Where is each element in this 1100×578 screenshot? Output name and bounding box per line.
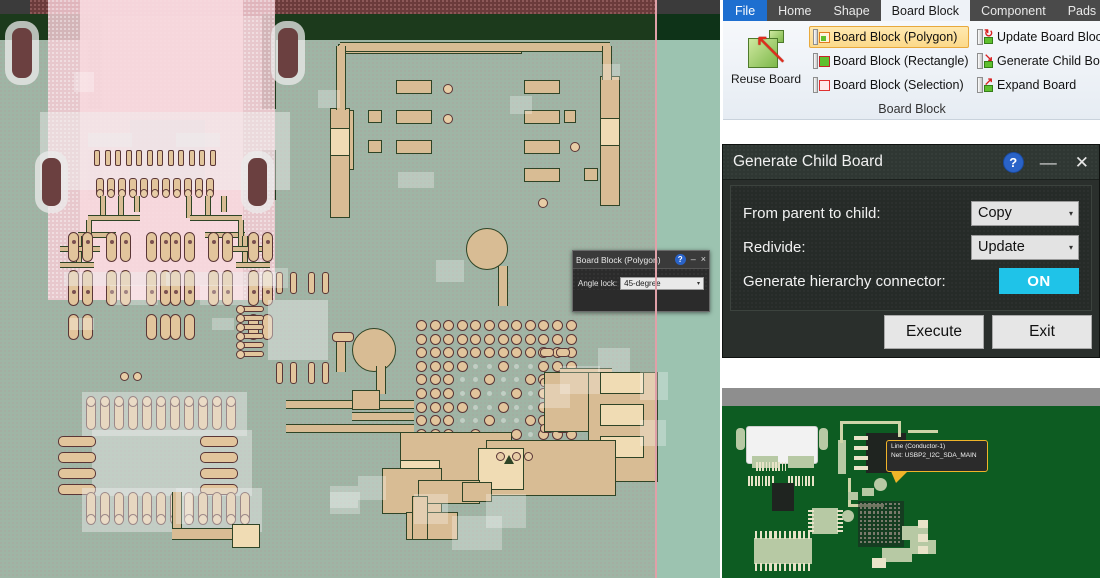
pcb-design-canvas[interactable]: Board Block (Polygon) ? – × Angle lock: … <box>0 0 720 578</box>
expand-board-icon: ↗ <box>977 77 994 93</box>
generate-hierarchy-connector-toggle[interactable]: ON <box>999 268 1079 294</box>
dialog-title: Generate Child Board <box>733 153 883 170</box>
board-edge-green-far <box>657 14 720 40</box>
dialog-row-from-parent-to-child: From parent to child: Copy ▾ <box>743 196 1079 230</box>
from-parent-to-child-value: Copy <box>978 205 1012 221</box>
child-board-preview[interactable] <box>722 388 1100 578</box>
tab-padstack[interactable]: Pads <box>1057 0 1100 21</box>
tab-shape[interactable]: Shape <box>823 0 881 21</box>
redivide-select[interactable]: Update ▾ <box>971 234 1079 260</box>
minimize-icon[interactable]: — <box>1040 154 1057 171</box>
reuse-board-button[interactable]: ⟵ Reuse Board <box>727 25 805 99</box>
expand-board-item[interactable]: ↗ Expand Board <box>973 74 1100 96</box>
help-icon[interactable]: ? <box>1002 151 1024 173</box>
from-parent-to-child-label: From parent to child: <box>743 204 881 222</box>
dialog-footer: Execute Exit <box>730 315 1092 349</box>
from-parent-to-child-select[interactable]: Copy ▾ <box>971 200 1079 226</box>
redivide-label: Redivide: <box>743 238 806 256</box>
dialog-body: From parent to child: Copy ▾ Redivide: U… <box>730 185 1092 311</box>
board-block-selection-icon <box>813 77 830 93</box>
tab-component[interactable]: Component <box>970 0 1057 21</box>
update-board-block-label: Update Board Block <box>997 30 1100 44</box>
reuse-board-label: Reuse Board <box>730 72 802 86</box>
board-block-rectangle-label: Board Block (Rectangle) <box>833 54 969 68</box>
net-tooltip: Line (Conductor-1) Net: USBP2_I2C_SDA_MA… <box>886 440 988 472</box>
generate-child-board-icon: ↘ <box>977 53 994 69</box>
board-block-selection-item[interactable]: Board Block (Selection) <box>809 74 969 96</box>
chevron-down-icon: ▾ <box>696 281 700 287</box>
generate-child-board-item[interactable]: ↘ Generate Child Board <box>973 50 1100 72</box>
tab-home[interactable]: Home <box>767 0 822 21</box>
minimize-icon[interactable]: – <box>691 255 696 264</box>
generate-child-board-label: Generate Child Board <box>997 54 1100 68</box>
help-icon[interactable]: ? <box>674 254 686 265</box>
chevron-down-icon: ▾ <box>1068 242 1073 252</box>
board-block-polygon-item[interactable]: Board Block (Polygon) <box>809 26 969 48</box>
redivide-value: Update <box>978 239 1025 255</box>
board-outline-edge <box>0 0 657 578</box>
close-icon[interactable]: ✕ <box>1075 154 1089 171</box>
board-block-selection-label: Board Block (Selection) <box>833 78 964 92</box>
execute-button[interactable]: Execute <box>884 315 984 349</box>
preview-components <box>722 388 1100 578</box>
reuse-board-icon: ⟵ <box>747 25 796 73</box>
exit-button[interactable]: Exit <box>992 315 1092 349</box>
app-root: Board Block (Polygon) ? – × Angle lock: … <box>0 0 1100 578</box>
ribbon-separator <box>723 119 1100 120</box>
dialog-row-hierarchy-connector: Generate hierarchy connector: ON <box>743 264 1079 298</box>
tooltip-line-2: Net: USBP2_I2C_SDA_MAIN <box>891 451 977 459</box>
board-block-rectangle-item[interactable]: Board Block (Rectangle) <box>809 50 969 72</box>
update-board-block-icon: ↻ <box>977 29 994 45</box>
ribbon-group-label: Board Block <box>878 102 946 116</box>
dialog-titlebar[interactable]: Generate Child Board ? — ✕ <box>723 145 1099 180</box>
ribbon-body: ⟵ Reuse Board Board Block (Polygon) Boar… <box>723 21 1100 120</box>
board-block-polygon-label: Board Block (Polygon) <box>833 30 958 44</box>
dialog-row-redivide: Redivide: Update ▾ <box>743 230 1079 264</box>
board-block-polygon-icon <box>813 29 830 45</box>
tooltip-line-1: Line (Conductor-1) <box>891 443 946 450</box>
close-icon[interactable]: × <box>701 255 706 264</box>
ribbon-tabbar: File Home Shape Board Block Component Pa… <box>723 0 1100 21</box>
ribbon: File Home Shape Board Block Component Pa… <box>722 0 1100 120</box>
tab-board-block[interactable]: Board Block <box>880 0 971 21</box>
generate-hierarchy-connector-label: Generate hierarchy connector: <box>743 272 946 290</box>
generate-child-board-dialog[interactable]: Generate Child Board ? — ✕ From parent t… <box>722 144 1100 358</box>
board-block-command-column-left: Board Block (Polygon) Board Block (Recta… <box>809 26 969 98</box>
board-block-command-column-right: ↻ Update Board Block ↘ Generate Child Bo… <box>973 26 1100 98</box>
board-block-rectangle-icon <box>813 53 830 69</box>
tab-file[interactable]: File <box>723 0 768 21</box>
chevron-down-icon: ▾ <box>1068 208 1073 218</box>
expand-board-label: Expand Board <box>997 78 1077 92</box>
update-board-block-item[interactable]: ↻ Update Board Block <box>973 26 1100 48</box>
